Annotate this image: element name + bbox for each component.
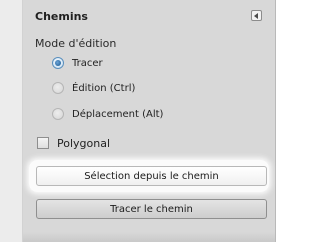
polygonal-checkbox-icon[interactable] [37, 137, 49, 149]
collapse-panel-icon[interactable] [251, 10, 262, 21]
radio-unselected-icon[interactable] [52, 82, 64, 94]
polygonal-label: Polygonal [57, 136, 111, 150]
paths-tool-options-panel: Chemins Mode d'édition Tracer Édition (C… [23, 0, 276, 242]
radio-option-deplacement[interactable]: Déplacement (Alt) [52, 106, 163, 122]
radio-label-edition: Édition (Ctrl) [72, 82, 136, 94]
panel-title: Chemins [35, 10, 88, 23]
left-margin [0, 0, 22, 242]
screenshot-frame: Chemins Mode d'édition Tracer Édition (C… [0, 0, 286, 242]
stroke-path-button[interactable]: Tracer le chemin [36, 199, 267, 219]
radio-label-deplacement: Déplacement (Alt) [72, 108, 164, 120]
radio-selected-icon[interactable] [52, 57, 64, 69]
radio-label-tracer: Tracer [72, 57, 103, 69]
polygonal-option[interactable]: Polygonal [37, 135, 110, 151]
edit-mode-label: Mode d'édition [35, 37, 117, 50]
radio-option-tracer[interactable]: Tracer [52, 55, 103, 71]
selection-from-path-button[interactable]: Sélection depuis le chemin [36, 166, 267, 186]
radio-option-edition[interactable]: Édition (Ctrl) [52, 80, 135, 96]
panel-bottom-edge [23, 232, 275, 242]
radio-unselected-icon[interactable] [52, 108, 64, 120]
